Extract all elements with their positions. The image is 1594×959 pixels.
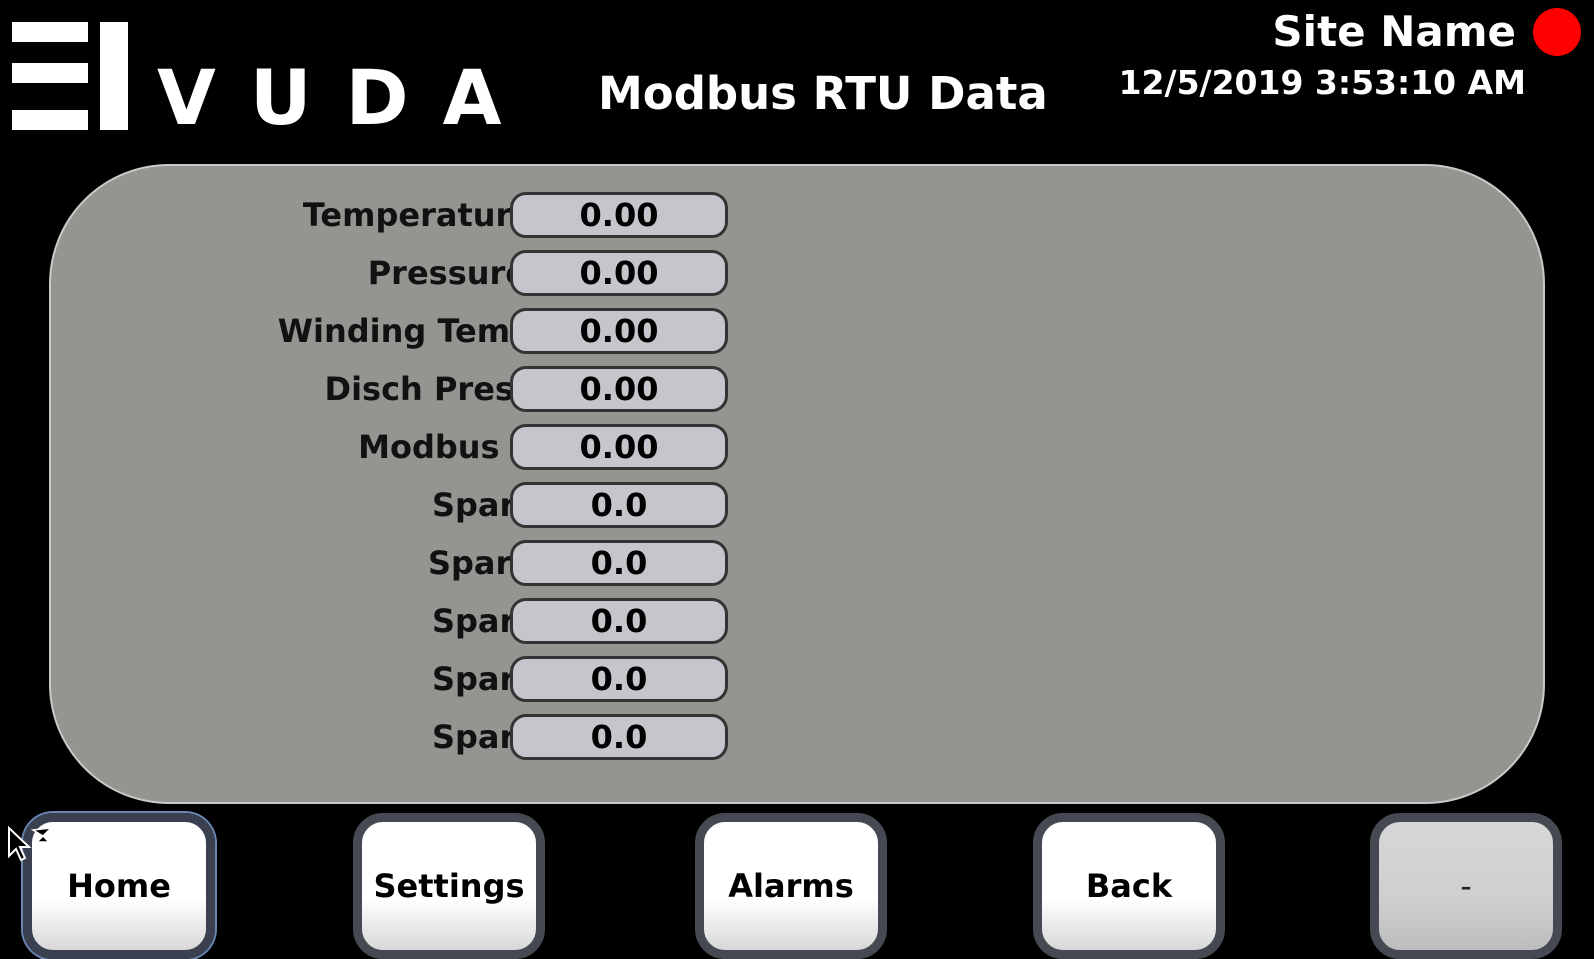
site-name: Site Name — [1272, 7, 1516, 56]
logo-bar — [12, 110, 88, 130]
data-label: Winding Temp — [277, 312, 533, 350]
settings-button[interactable]: Settings — [353, 813, 545, 959]
data-label: Modbus 4 — [358, 428, 533, 466]
data-row-disch-press: Disch Press 0.00 — [51, 366, 791, 412]
data-row-winding-temp: Winding Temp 0.00 — [51, 308, 791, 354]
data-value-field: 0.00 — [510, 250, 728, 296]
logo-bar — [12, 63, 88, 83]
data-panel: Temperature 0.00 Pressure 0.00 Winding T… — [49, 164, 1545, 804]
data-value-field: 0.0 — [510, 598, 728, 644]
status-indicator-icon — [1533, 8, 1581, 56]
unassigned-button[interactable]: - — [1370, 813, 1562, 959]
back-button[interactable]: Back — [1033, 813, 1225, 959]
data-row-spare: Spare 0.0 — [51, 598, 791, 644]
data-value-field: 0.0 — [510, 656, 728, 702]
datetime: 12/5/2019 3:53:10 AM — [1118, 63, 1526, 102]
vuda-logo: VUDA — [12, 18, 512, 136]
data-value-field: 0.00 — [510, 192, 728, 238]
data-row-temperature: Temperature 0.00 — [51, 192, 791, 238]
data-value-field: 0.0 — [510, 714, 728, 760]
logo-text: VUDA — [157, 53, 536, 142]
data-row-modbus-4: Modbus 4 0.00 — [51, 424, 791, 470]
data-value-field: 0.00 — [510, 424, 728, 470]
data-row-pressure: Pressure 0.00 — [51, 250, 791, 296]
data-row-spare: Spare 0.0 — [51, 540, 791, 586]
logo-bar — [12, 22, 88, 42]
data-row-spare: Spare 0.0 — [51, 656, 791, 702]
mouse-pointer-icon — [8, 826, 53, 862]
page-title: Modbus RTU Data — [598, 67, 1048, 120]
data-row-spare: Spare 0.0 — [51, 714, 791, 760]
data-value-field: 0.0 — [510, 540, 728, 586]
logo-vertical-bar — [100, 22, 128, 130]
data-label: Temperature — [302, 196, 533, 234]
data-value-field: 0.0 — [510, 482, 728, 528]
data-label: Disch Press — [324, 370, 534, 408]
data-row-spare: Spare 0.0 — [51, 482, 791, 528]
data-label: Pressure — [367, 254, 527, 292]
data-value-field: 0.00 — [510, 308, 728, 354]
data-value-field: 0.00 — [510, 366, 728, 412]
alarms-button[interactable]: Alarms — [695, 813, 887, 959]
